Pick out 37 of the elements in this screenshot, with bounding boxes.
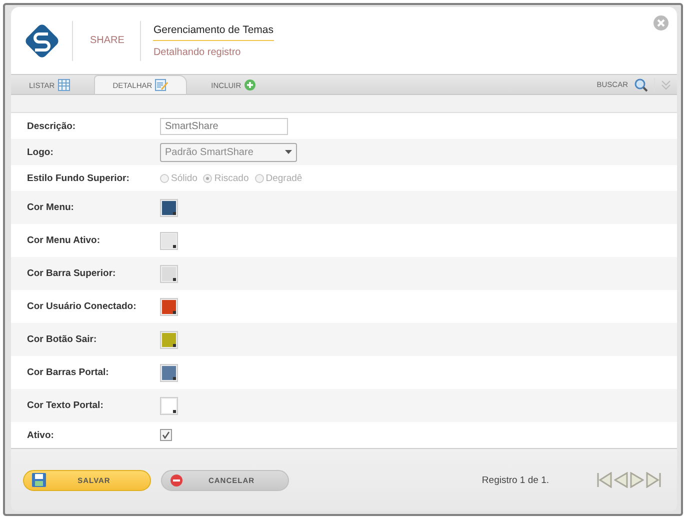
color-picker[interactable]: [160, 298, 178, 316]
add-icon: [244, 79, 256, 91]
color-picker[interactable]: [160, 232, 178, 250]
edit-icon: [155, 79, 168, 91]
field-label: Estilo Fundo Superior:: [27, 172, 130, 184]
page-title: Gerenciamento de Temas: [153, 24, 274, 40]
description-field[interactable]: SmartShare: [160, 118, 288, 134]
logo-dropdown[interactable]: Padrão SmartShare: [160, 142, 297, 162]
color-picker[interactable]: [160, 264, 178, 282]
grid-icon: [58, 79, 70, 91]
stop-icon: [170, 474, 183, 486]
radio-button[interactable]: [254, 174, 264, 182]
radio-label: Sólido: [171, 172, 198, 184]
field-label: Ativo:: [27, 430, 55, 440]
field-label: Cor Menu:: [27, 202, 75, 213]
color-picker[interactable]: [160, 198, 178, 216]
radio-button[interactable]: [203, 174, 212, 182]
brand-name: SHARE: [89, 35, 126, 46]
field-label: Cor Usuário Conectado:: [27, 301, 138, 312]
color-picker[interactable]: [160, 396, 178, 414]
radio-label: Degradê: [266, 172, 302, 184]
search-icon[interactable]: [634, 78, 648, 92]
field-label: Descrição:: [27, 120, 77, 132]
color-picker[interactable]: [160, 330, 178, 348]
field-label: Cor Texto Portal:: [27, 400, 104, 411]
field-label: Cor Botão Sair:: [27, 334, 98, 345]
caret-down-icon: [285, 150, 292, 154]
radio-button[interactable]: [160, 174, 169, 182]
checkbox[interactable]: [160, 429, 172, 441]
field-label: Cor Barra Superior:: [27, 268, 117, 279]
field-label: Logo:: [27, 146, 54, 158]
radio-label: Riscado: [214, 172, 249, 184]
record-counter: Registro 1 de 1.: [482, 474, 549, 486]
color-picker[interactable]: [160, 364, 178, 382]
field-label: Cor Barras Portal:: [27, 367, 110, 378]
page-subtitle: Detalhando registro: [153, 46, 242, 58]
field-label: Cor Menu Ativo:: [27, 235, 102, 246]
